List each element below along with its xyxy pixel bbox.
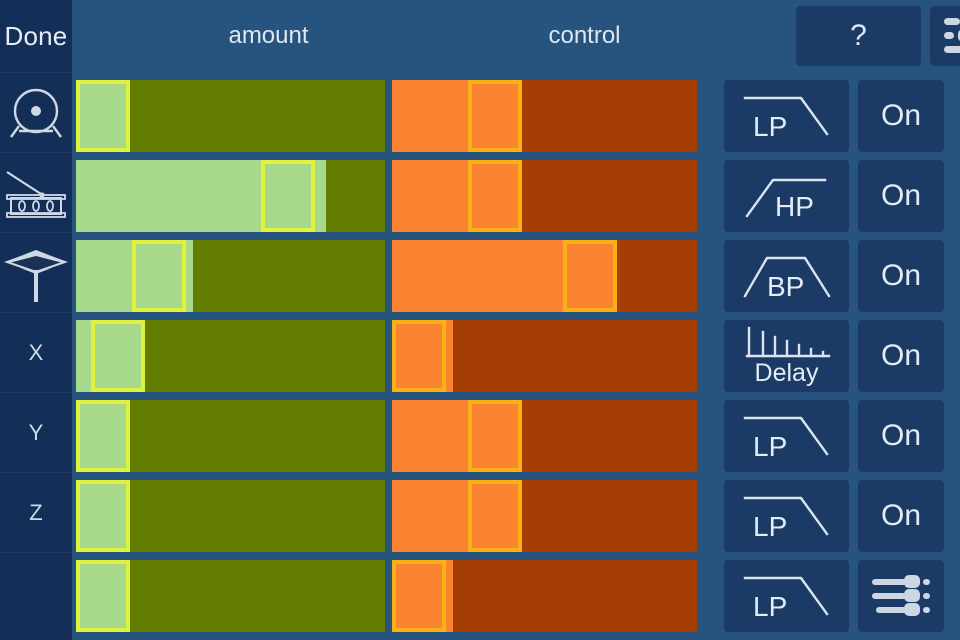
control-slider-handle[interactable] <box>392 560 446 632</box>
filter-enable-button[interactable]: On <box>858 480 944 552</box>
lowpass-icon: LP <box>739 490 835 542</box>
highpass-icon: HP <box>739 170 835 222</box>
table-row: Delay On <box>0 312 960 392</box>
mixer-button-top[interactable] <box>930 6 960 66</box>
sliders-icon <box>872 575 930 616</box>
amount-slider-handle[interactable] <box>76 560 130 632</box>
filter-type-button[interactable]: LP <box>724 480 849 552</box>
filter-enable-button[interactable]: On <box>858 160 944 232</box>
done-button-label: Done <box>4 20 68 51</box>
table-row: LP On <box>0 72 960 152</box>
bandpass-icon: BP <box>739 250 835 302</box>
control-slider[interactable] <box>392 80 697 152</box>
amount-slider-handle[interactable] <box>76 400 130 472</box>
header-control: control <box>392 0 777 72</box>
filter-type-button[interactable]: HP <box>724 160 849 232</box>
control-slider-handle[interactable] <box>563 240 617 312</box>
amount-slider-handle[interactable] <box>76 80 130 152</box>
control-slider-handle[interactable] <box>468 160 522 232</box>
filter-matrix-screen: Done XYZ amount control ? LP On HP On BP… <box>0 0 960 640</box>
amount-slider[interactable] <box>76 240 385 312</box>
lowpass-icon: LP <box>739 90 835 142</box>
table-row: BP On <box>0 232 960 312</box>
filter-enable-label: On <box>880 339 922 372</box>
lowpass-icon: LP <box>739 410 835 462</box>
help-button[interactable]: ? <box>796 6 921 66</box>
help-button-label: ? <box>850 19 867 52</box>
filter-enable-button[interactable]: On <box>858 320 944 392</box>
control-slider-handle[interactable] <box>392 320 446 392</box>
filter-enable-button[interactable]: On <box>858 240 944 312</box>
amount-slider-handle[interactable] <box>76 480 130 552</box>
control-slider[interactable] <box>392 560 697 632</box>
filter-enable-label: On <box>880 99 922 132</box>
filter-enable-button[interactable]: On <box>858 400 944 472</box>
filter-type-button[interactable]: Delay <box>724 320 849 392</box>
amount-slider[interactable] <box>76 560 385 632</box>
control-slider[interactable] <box>392 400 697 472</box>
svg-text:LP: LP <box>753 591 787 622</box>
filter-enable-label: On <box>880 499 922 532</box>
control-slider[interactable] <box>392 480 697 552</box>
amount-slider-handle[interactable] <box>132 240 186 312</box>
lowpass-icon: LP <box>739 570 835 622</box>
header-control-label: control <box>548 22 621 49</box>
table-row: LP On <box>0 472 960 552</box>
table-row: LP On <box>0 392 960 472</box>
column-header: amount control ? <box>72 0 960 72</box>
amount-slider[interactable] <box>76 80 385 152</box>
svg-text:LP: LP <box>753 511 787 542</box>
control-slider[interactable] <box>392 160 697 232</box>
control-slider[interactable] <box>392 240 697 312</box>
sliders-icon <box>944 18 960 53</box>
control-slider-handle[interactable] <box>468 480 522 552</box>
filter-type-button[interactable]: BP <box>724 240 849 312</box>
control-slider[interactable] <box>392 320 697 392</box>
filter-type-button[interactable]: LP <box>724 80 849 152</box>
amount-slider[interactable] <box>76 480 385 552</box>
control-slider-handle[interactable] <box>468 80 522 152</box>
filter-enable-label: On <box>880 259 922 292</box>
amount-slider-handle[interactable] <box>91 320 145 392</box>
amount-slider[interactable] <box>76 160 385 232</box>
channel-rows: LP On HP On BP On Delay On LP On LP On L… <box>0 72 960 640</box>
table-row: HP On <box>0 152 960 232</box>
amount-slider[interactable] <box>76 400 385 472</box>
header-amount-label: amount <box>228 22 309 49</box>
svg-text:LP: LP <box>753 111 787 142</box>
delay-label: Delay <box>754 359 819 387</box>
svg-text:BP: BP <box>767 271 804 302</box>
amount-slider-handle[interactable] <box>261 160 315 232</box>
svg-text:LP: LP <box>753 431 787 462</box>
filter-type-button[interactable]: LP <box>724 560 849 632</box>
filter-enable-label: On <box>880 179 922 212</box>
done-button[interactable]: Done <box>0 0 72 72</box>
amount-slider[interactable] <box>76 320 385 392</box>
svg-text:HP: HP <box>775 191 814 222</box>
filter-enable-button[interactable]: On <box>858 80 944 152</box>
filter-type-button[interactable]: LP <box>724 400 849 472</box>
filter-enable-label: On <box>880 419 922 452</box>
mixer-button[interactable] <box>858 560 944 632</box>
delay-icon: Delay <box>741 326 833 386</box>
control-slider-handle[interactable] <box>468 400 522 472</box>
table-row: LP <box>0 552 960 632</box>
